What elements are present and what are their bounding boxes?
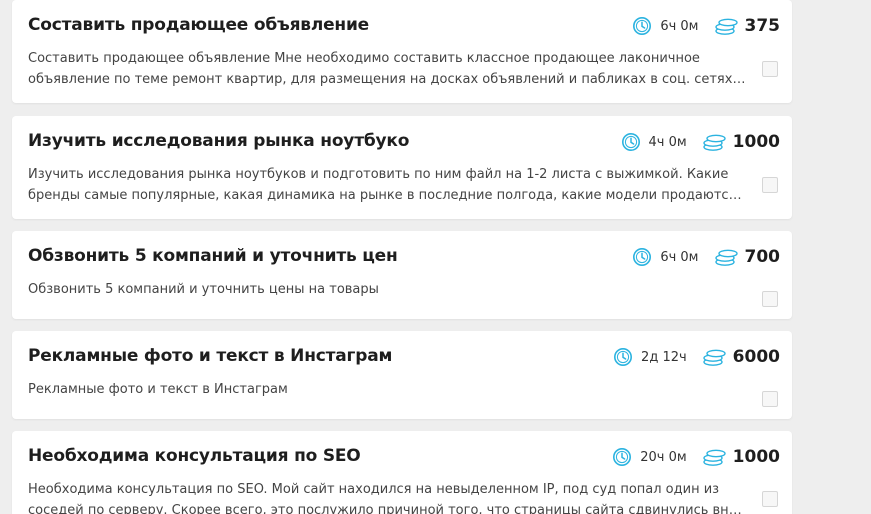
task-meta: 2д 12ч 6000 — [613, 345, 780, 369]
task-time: 6ч 0м — [660, 249, 699, 265]
task-description: Составить продающее объявление Мне необх… — [28, 51, 738, 87]
task-card[interactable]: Обзвонить 5 компаний и уточнить цен 6ч 0… — [12, 231, 792, 319]
task-price: 1000 — [732, 447, 780, 467]
task-meta: 6ч 0м 375 — [632, 14, 780, 38]
task-checkbox[interactable] — [762, 177, 778, 193]
task-price: 6000 — [732, 347, 780, 367]
task-checkbox[interactable] — [762, 391, 778, 407]
task-time: 4ч 0м — [648, 134, 687, 150]
task-checkbox[interactable] — [762, 291, 778, 307]
task-price: 375 — [744, 16, 781, 36]
coins-icon — [714, 249, 738, 266]
task-time: 2д 12ч — [641, 349, 687, 365]
task-title[interactable]: Рекламные фото и текст в Инстаграм — [28, 346, 392, 366]
task-title[interactable]: Обзвонить 5 компаний и уточнить цен — [28, 246, 398, 266]
coins-icon — [702, 134, 726, 151]
coins-icon — [702, 349, 726, 366]
task-checkbox[interactable] — [762, 61, 778, 77]
clock-icon — [633, 17, 652, 35]
clock-icon — [621, 133, 640, 151]
task-price: 1000 — [732, 132, 780, 152]
task-description: Необходима консультация по SEO. Мой сайт… — [28, 482, 745, 514]
task-price: 700 — [744, 247, 781, 267]
task-time: 20ч 0м — [640, 449, 687, 465]
task-meta: 6ч 0м 700 — [632, 245, 780, 269]
task-meta: 4ч 0м 1000 — [621, 130, 780, 154]
task-title[interactable]: Изучить исследования рынка ноутбуко — [28, 131, 409, 151]
task-card[interactable]: Составить продающее объявление 6ч 0м 375… — [12, 0, 792, 103]
clock-icon — [633, 248, 652, 266]
task-description: Изучить исследования рынка ноутбуков и п… — [28, 167, 741, 203]
task-checkbox[interactable] — [762, 491, 778, 507]
task-description: Рекламные фото и текст в Инстаграм — [28, 382, 288, 397]
task-card[interactable]: Необходима консультация по SEO 20ч 0м 10… — [12, 431, 792, 514]
task-title[interactable]: Составить продающее объявление — [28, 15, 369, 35]
clock-icon — [614, 348, 633, 366]
task-time: 6ч 0м — [660, 18, 699, 34]
clock-icon — [613, 448, 632, 466]
task-card[interactable]: Изучить исследования рынка ноутбуко 4ч 0… — [12, 116, 792, 219]
task-meta: 20ч 0м 1000 — [612, 445, 780, 469]
coins-icon — [702, 449, 726, 466]
task-description: Обзвонить 5 компаний и уточнить цены на … — [28, 282, 379, 297]
task-card[interactable]: Рекламные фото и текст в Инстаграм 2д 12… — [12, 331, 792, 419]
task-title[interactable]: Необходима консультация по SEO — [28, 446, 361, 466]
coins-icon — [714, 18, 738, 35]
